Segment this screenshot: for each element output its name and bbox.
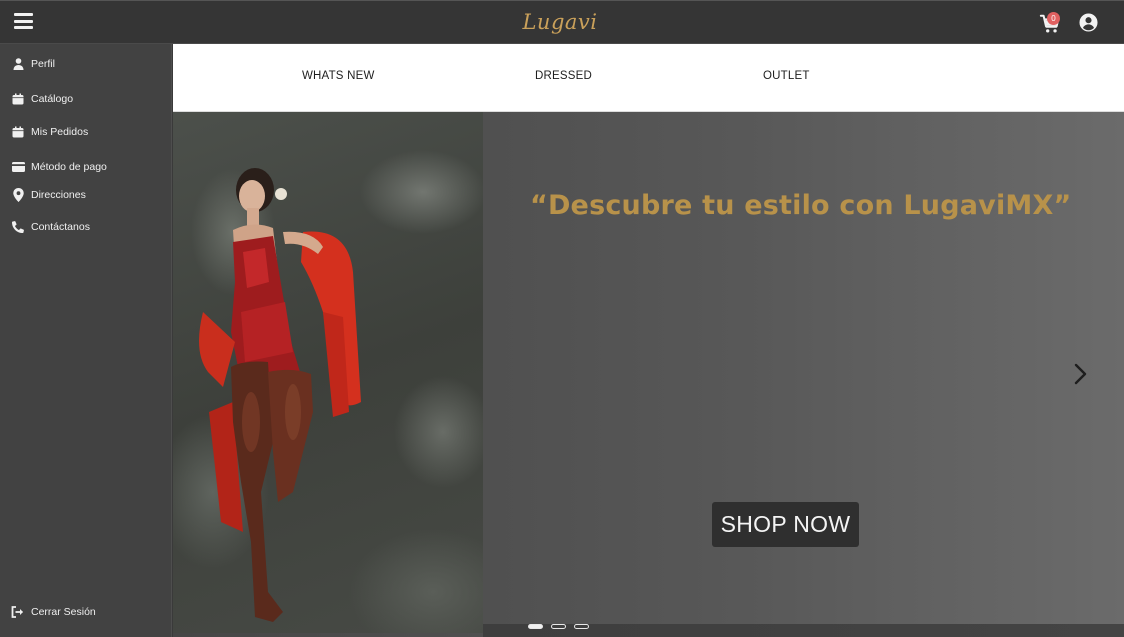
top-bar: Lugavi 0 [0,0,1124,44]
sidebar-item-label: Perfil [31,58,55,70]
logout-icon [11,605,25,619]
carousel-dot-3[interactable] [574,624,589,629]
sidebar-item-label: Contáctanos [31,221,90,233]
user-icon [11,57,25,71]
nav-dressed[interactable]: DRESSED [535,70,592,82]
carousel-dots [528,624,589,629]
sidebar-item-mis-pedidos[interactable]: Mis Pedidos [11,123,88,141]
menu-icon[interactable] [14,13,33,29]
sidebar-item-metodo-de-pago[interactable]: Método de pago [11,158,107,176]
model-illustration [199,168,361,622]
hero-quote: “Descubre tu estilo con LugaviMX” [530,190,1072,221]
carousel-dot-1[interactable] [528,624,543,629]
sidebar-item-label: Direcciones [31,189,86,201]
carousel-dot-2[interactable] [551,624,566,629]
phone-icon [11,220,25,234]
logout-label: Cerrar Sesión [31,606,96,618]
map-pin-icon [11,188,25,202]
catalog-icon [11,92,25,106]
sidebar-item-label: Método de pago [31,161,107,173]
hero-carousel: “Descubre tu estilo con LugaviMX” SHOP N… [173,112,1124,637]
account-icon[interactable] [1079,13,1098,32]
credit-card-icon [11,160,25,174]
sidebar-item-label: Catálogo [31,93,74,105]
sidebar-item-label: Mis Pedidos [31,126,89,138]
sidebar: Perfil Catálogo Mis Pedidos Método de pa… [0,44,172,637]
chevron-right-icon[interactable] [1068,358,1092,390]
cart-count-badge: 0 [1047,12,1060,25]
nav-outlet[interactable]: OUTLET [763,70,810,82]
category-nav: WHATS NEW DRESSED OUTLET [173,44,1124,112]
logout-button[interactable]: Cerrar Sesión [11,603,96,621]
brand-logo[interactable]: Lugavi [520,6,600,38]
hero-model-photo [173,112,483,633]
nav-whats-new[interactable]: WHATS NEW [302,70,375,82]
sidebar-item-contactanos[interactable]: Contáctanos [11,218,90,236]
orders-icon [11,125,25,139]
sidebar-item-perfil[interactable]: Perfil [11,55,55,73]
sidebar-item-direcciones[interactable]: Direcciones [11,186,86,204]
shop-now-button[interactable]: SHOP NOW [712,502,859,547]
sidebar-item-catalogo[interactable]: Catálogo [11,90,73,108]
